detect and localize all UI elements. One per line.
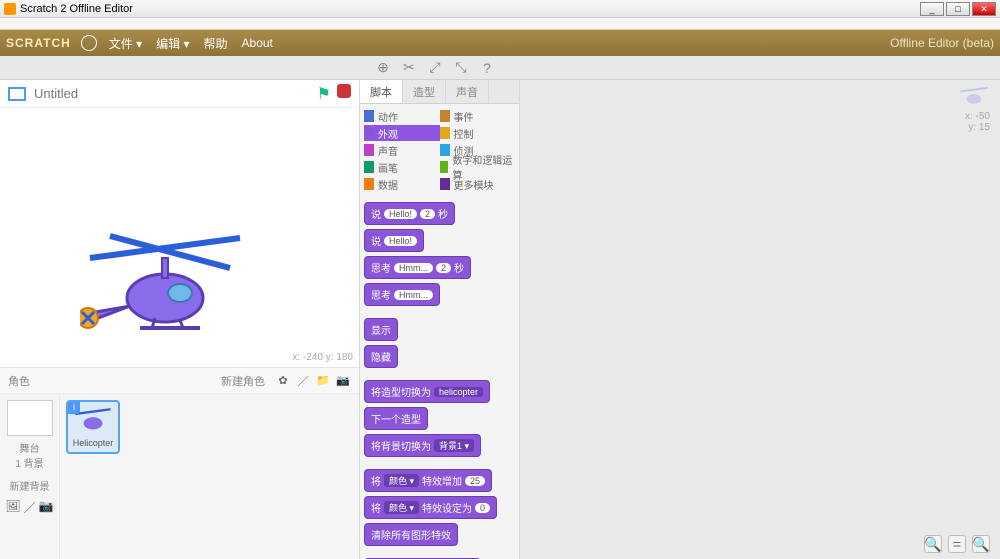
sprite-tile-helicopter[interactable]: i Helicopter (66, 400, 120, 454)
category-label: 声音 (378, 143, 398, 158)
choose-backdrop-icon[interactable]: 🖼 (5, 499, 20, 516)
block-say-secs[interactable]: 说Hello!2秒 (364, 202, 455, 225)
sprite-info-icon[interactable]: i (68, 402, 80, 414)
menu-bar: SCRATCH 文件 ▾ 编辑 ▾ 帮助 About Offline Edito… (0, 30, 1000, 56)
category-动作[interactable]: 动作 (364, 108, 440, 124)
block-next-costume[interactable]: 下一个造型 (364, 407, 428, 430)
category-label: 动作 (378, 109, 398, 124)
paint-backdrop-icon[interactable]: ／ (24, 499, 36, 516)
menu-edit[interactable]: 编辑 ▾ (156, 35, 189, 52)
category-数据[interactable]: 数据 (364, 176, 440, 192)
stamp-icon[interactable]: ⊕ (374, 59, 392, 77)
zoom-reset-button[interactable]: = (948, 535, 966, 553)
window-title: Scratch 2 Offline Editor (20, 3, 133, 15)
stage-canvas[interactable]: x: -240 y: 180 (0, 108, 359, 368)
category-画笔[interactable]: 画笔 (364, 159, 440, 175)
tab-scripts[interactable]: 脚本 (360, 80, 403, 103)
category-label: 更多模块 (454, 177, 494, 192)
paint-sprite-icon[interactable]: ／ (295, 373, 311, 389)
menu-help[interactable]: 帮助 (204, 35, 228, 52)
camera-backdrop-icon[interactable]: 📷 (39, 499, 54, 516)
window-minimize-button[interactable]: _ (920, 2, 944, 16)
grow-icon[interactable]: ⤢ (426, 59, 444, 77)
category-声音[interactable]: 声音 (364, 142, 440, 158)
sprite-list: i Helicopter (60, 394, 359, 559)
category-更多模块[interactable]: 更多模块 (440, 176, 516, 192)
stage-view-icon[interactable] (8, 87, 26, 101)
green-flag-button[interactable]: ⚑ (317, 84, 331, 104)
tab-costumes[interactable]: 造型 (403, 80, 446, 103)
block-clear-effects[interactable]: 清除所有图形特效 (364, 523, 458, 546)
window-titlebar: Scratch 2 Offline Editor _ □ ✕ (0, 0, 1000, 18)
block-say[interactable]: 说Hello! (364, 229, 424, 252)
scripts-area[interactable]: x: -50 y: 15 🔍 = 🔍 (520, 80, 1000, 559)
category-swatch (364, 178, 374, 190)
block-hide[interactable]: 隐藏 (364, 345, 398, 368)
category-外观[interactable]: 外观 (364, 125, 440, 141)
block-think[interactable]: 思考Hmm... (364, 283, 440, 306)
category-grid: 动作事件外观控制声音侦测画笔数字和逻辑运算数据更多模块 (360, 104, 519, 196)
stop-button[interactable] (337, 84, 351, 98)
sprite-tile-name: Helicopter (73, 438, 114, 448)
shrink-icon[interactable]: ⤡ (452, 59, 470, 77)
category-swatch (364, 161, 374, 173)
category-label: 事件 (454, 109, 474, 124)
block-switch-costume[interactable]: 将造型切换为helicopter (364, 380, 490, 403)
category-swatch (440, 161, 449, 173)
stage-column: Untitled ⚑ (0, 80, 360, 559)
editor-badge: Offline Editor (beta) (890, 36, 994, 50)
stage-thumb-label: 舞台 (4, 440, 55, 455)
block-set-effect[interactable]: 将颜色 ▾特效设定为0 (364, 496, 497, 519)
category-swatch (440, 178, 450, 190)
help-icon[interactable]: ? (478, 59, 496, 77)
category-swatch (364, 127, 374, 139)
category-swatch (364, 144, 374, 156)
camera-sprite-icon[interactable]: 📷 (335, 373, 351, 389)
block-show[interactable]: 显示 (364, 318, 398, 341)
category-swatch (440, 110, 450, 122)
category-label: 外观 (378, 126, 398, 141)
category-label: 控制 (454, 126, 474, 141)
backdrop-count: 1 背景 (4, 455, 55, 470)
window-maximize-button[interactable]: □ (946, 2, 970, 16)
category-swatch (440, 127, 450, 139)
stage-thumbnail-column: 舞台 1 背景 新建背景 🖼 ／ 📷 (0, 394, 60, 559)
tab-sounds[interactable]: 声音 (446, 80, 489, 103)
blocks-column: 脚本 造型 声音 动作事件外观控制声音侦测画笔数字和逻辑运算数据更多模块 说He… (360, 80, 520, 559)
block-switch-backdrop[interactable]: 将背景切换为背景1 ▾ (364, 434, 481, 457)
category-label: 数据 (378, 177, 398, 192)
mouse-coords: x: -240 y: 180 (292, 352, 353, 363)
zoom-in-button[interactable]: 🔍 (972, 535, 990, 553)
sprite-position-readout: x: -50 y: 15 (958, 86, 990, 133)
app-favicon (4, 3, 16, 15)
language-globe-icon[interactable] (81, 35, 97, 51)
zoom-out-button[interactable]: 🔍 (924, 535, 942, 553)
sprite-helicopter[interactable] (80, 228, 250, 351)
category-事件[interactable]: 事件 (440, 108, 516, 124)
menu-about[interactable]: About (242, 36, 273, 50)
category-控制[interactable]: 控制 (440, 125, 516, 141)
new-backdrop-label: 新建背景 (4, 478, 55, 493)
upload-sprite-icon[interactable]: 📁 (315, 373, 331, 389)
tool-row: ⊕ ✂ ⤢ ⤡ ? (0, 56, 1000, 80)
block-change-effect[interactable]: 将颜色 ▾特效增加25 (364, 469, 492, 492)
browser-tabstrip (0, 18, 1000, 30)
block-palette: 说Hello!2秒 说Hello! 思考Hmm...2秒 思考Hmm... 显示… (360, 196, 519, 559)
category-swatch (364, 110, 374, 122)
menu-file[interactable]: 文件 ▾ (109, 35, 142, 52)
category-label: 画笔 (378, 160, 398, 175)
choose-sprite-icon[interactable]: ✿ (275, 373, 291, 389)
sprites-label: 角色 (8, 373, 30, 389)
category-swatch (440, 144, 450, 156)
block-think-secs[interactable]: 思考Hmm...2秒 (364, 256, 471, 279)
duplicate-icon[interactable]: ✂ (400, 59, 418, 77)
window-close-button[interactable]: ✕ (972, 2, 996, 16)
stage-thumbnail[interactable] (7, 400, 53, 436)
category-数字和逻辑运算[interactable]: 数字和逻辑运算 (440, 159, 516, 175)
project-title[interactable]: Untitled (34, 86, 78, 101)
new-sprite-label: 新建角色 (221, 373, 265, 389)
scratch-logo: SCRATCH (6, 36, 71, 50)
